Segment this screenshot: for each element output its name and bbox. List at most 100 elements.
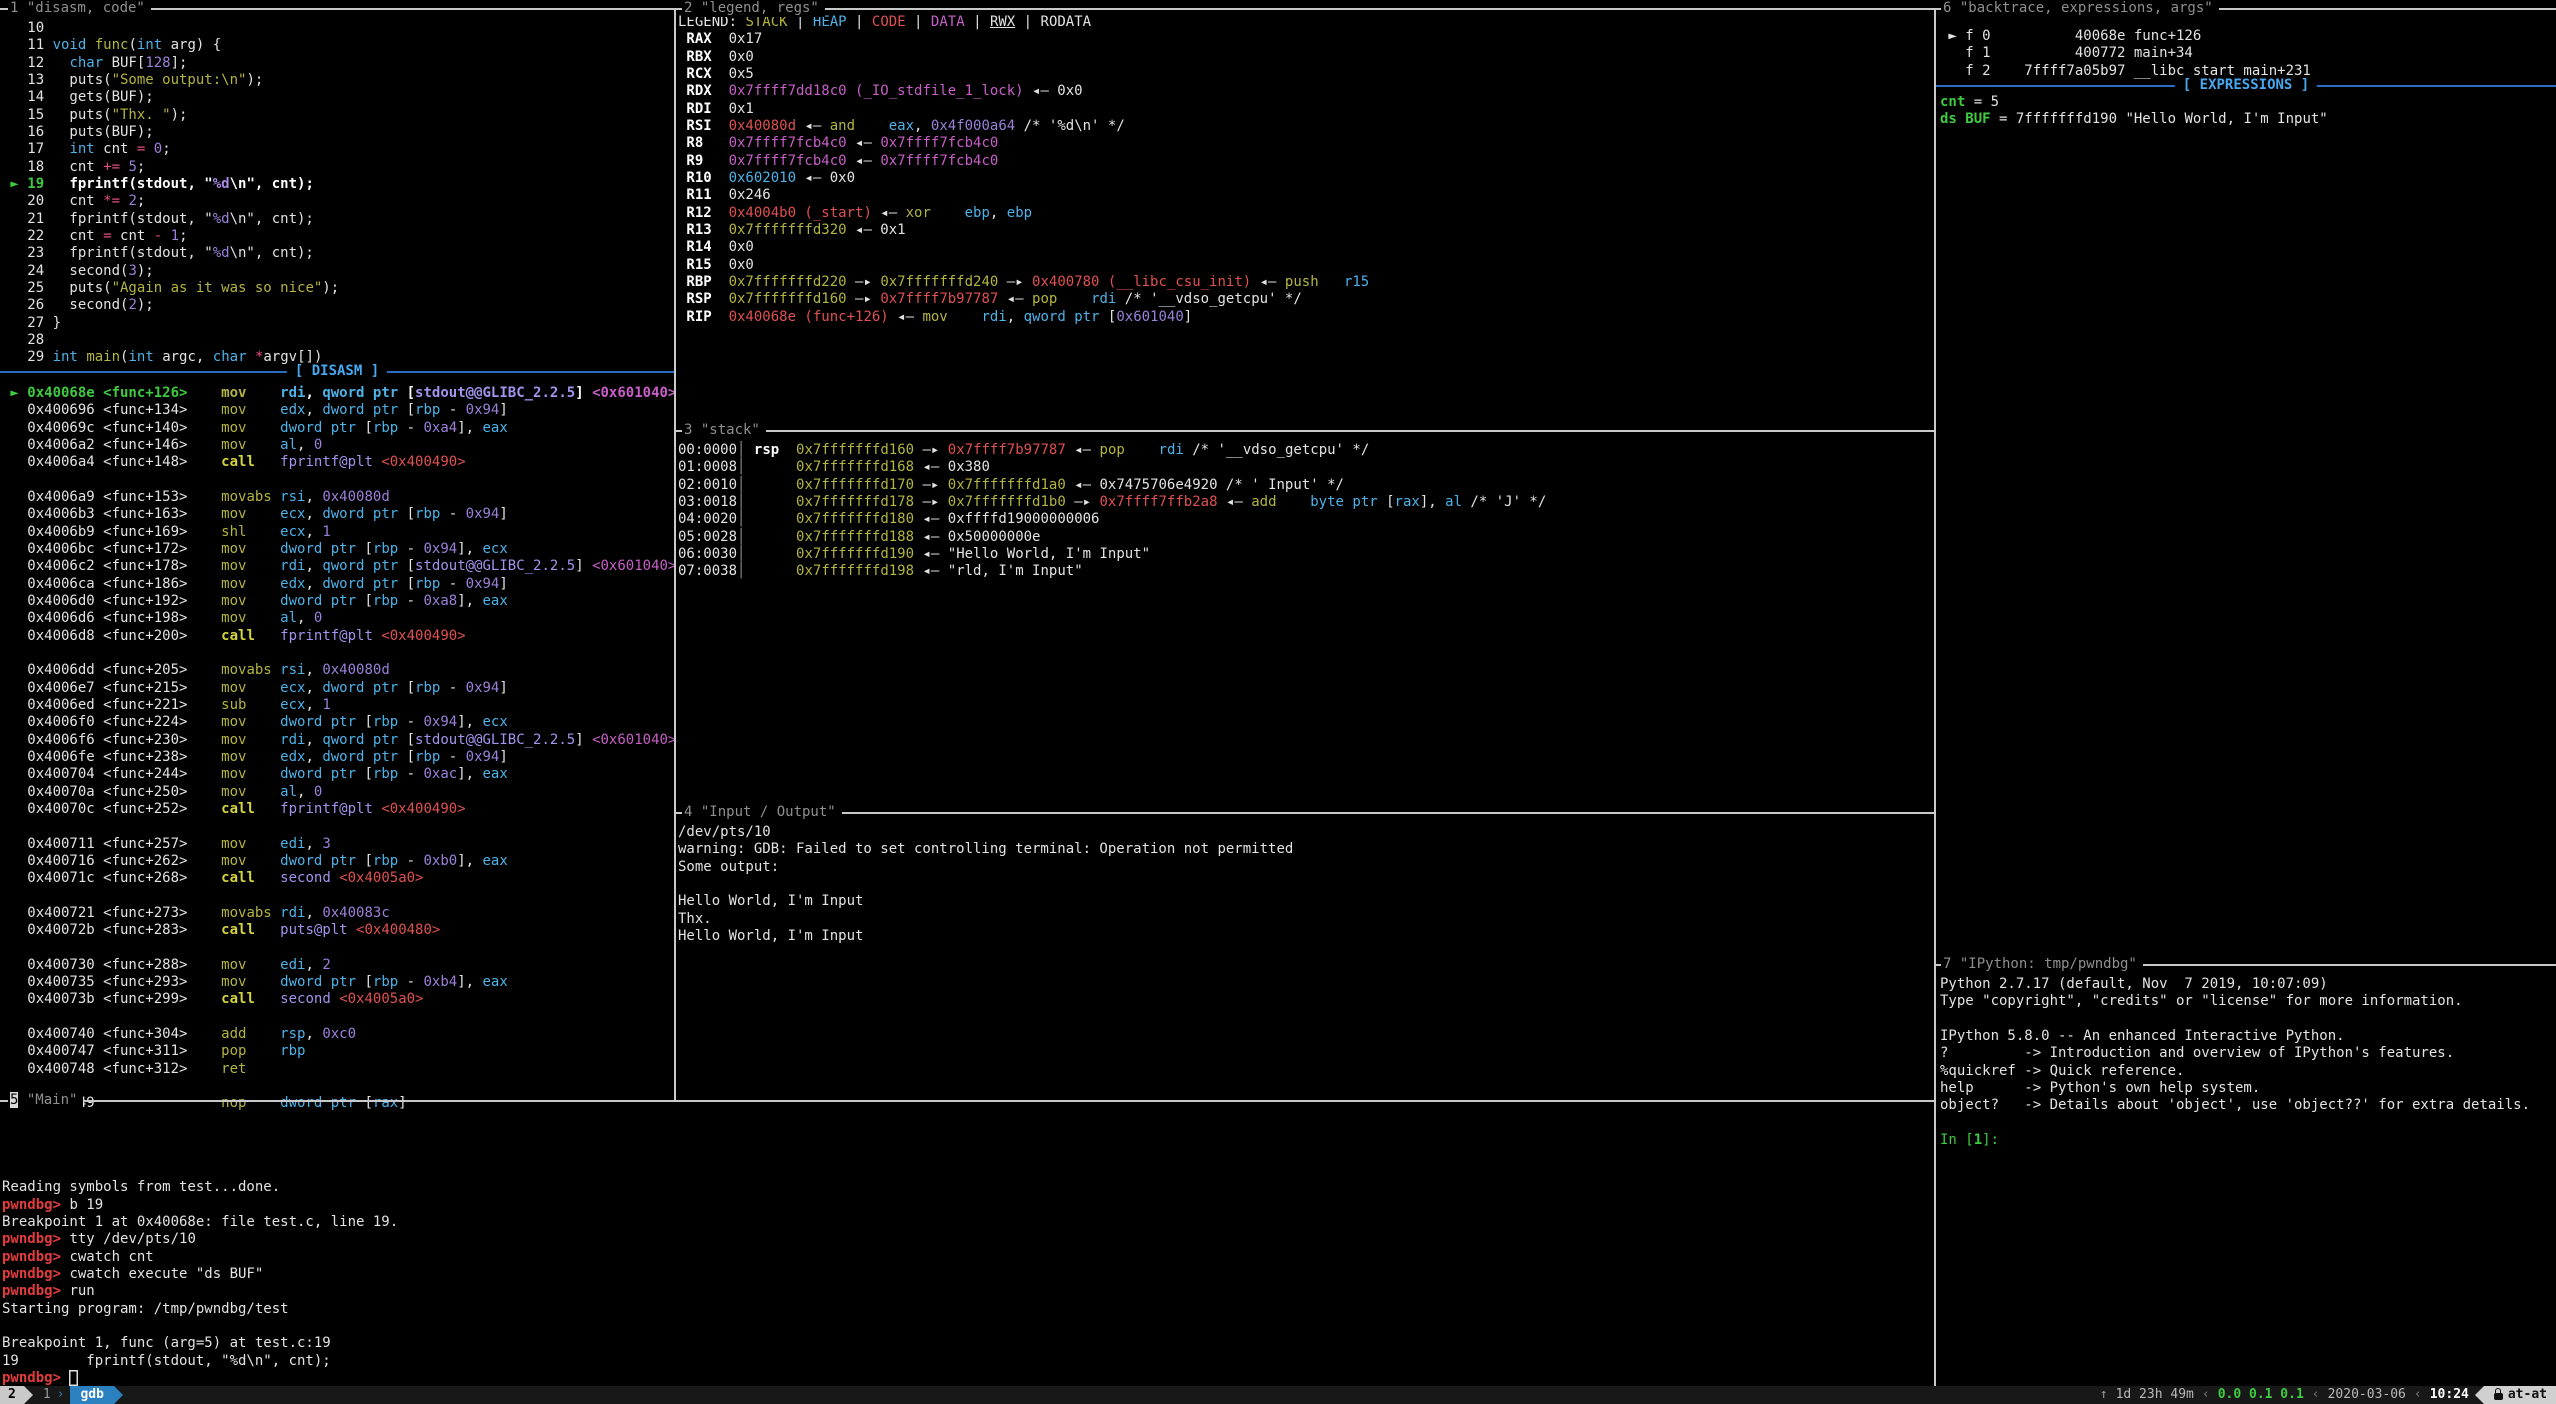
- text-segment: ]: [575, 732, 592, 748]
- text-segment: [246, 437, 280, 453]
- text-segment: 0x4006ca <func+186>: [2, 576, 221, 592]
- text-segment: eax: [483, 593, 508, 609]
- text-segment: pwndbg>: [2, 1283, 69, 1299]
- text-segment: [255, 628, 280, 644]
- text-segment: ◂—: [847, 135, 881, 151]
- terminal-line: 0x400730 <func+288> mov edi, 2: [2, 957, 676, 974]
- terminal-line: RSP 0x7fffffffd160 —▸ 0x7ffff7b97787 ◂— …: [678, 291, 1369, 308]
- text-segment: [1940, 1115, 1948, 1131]
- text-segment: void: [53, 37, 87, 53]
- pane-ipython[interactable]: 7 "IPython: tmp/pwndbg" Python 2.7.17 (d…: [1936, 964, 2556, 1386]
- terminal-line: [2, 1078, 676, 1095]
- text-segment: char: [213, 349, 247, 365]
- text-segment: Hello World, I'm Input: [678, 928, 863, 944]
- text-segment: argc,: [154, 349, 213, 365]
- text-segment: 15 puts(: [2, 107, 112, 123]
- text-segment: 0x0: [729, 49, 754, 65]
- terminal-line: 0x4006f6 <func+230> mov rdi, qword ptr […: [2, 732, 676, 749]
- text-segment: 128: [145, 55, 170, 71]
- text-segment: [246, 766, 280, 782]
- text-segment: Starting program: /tmp/pwndbg/test: [2, 1301, 289, 1317]
- text-segment: push: [1285, 274, 1319, 290]
- pane-legend-regs[interactable]: 2 "legend, regs" LEGEND: STACK | HEAP | …: [676, 0, 1934, 430]
- text-segment: [246, 784, 280, 800]
- text-segment: 0x4006b3 <func+163>: [2, 506, 221, 522]
- text-segment: rbp: [373, 541, 398, 557]
- terminal-line: 0x4006f0 <func+224> mov dword ptr [rbp -…: [2, 714, 676, 731]
- text-segment: 21 fprintf(stdout, ": [2, 211, 213, 227]
- text-segment: 0x7ffff7fcb4c0: [880, 135, 998, 151]
- text-segment: xor: [906, 205, 931, 221]
- chevron-right-icon: ›: [57, 1386, 65, 1403]
- text-segment: 3 "stack": [684, 422, 760, 438]
- chevron-left-icon: ‹: [2312, 1386, 2320, 1403]
- session-badge[interactable]: 2: [0, 1386, 24, 1404]
- text-segment: ,: [297, 437, 314, 453]
- text-segment: ,: [305, 506, 322, 522]
- text-segment: -: [440, 506, 465, 522]
- terminal-line: 0x400735 <func+293> mov dword ptr [rbp -…: [2, 974, 676, 991]
- text-segment: 0xa8: [423, 593, 457, 609]
- terminal-line: 10: [2, 20, 339, 37]
- terminal-line: %quickref -> Quick reference.: [1940, 1063, 2530, 1080]
- text-segment: func: [95, 37, 129, 53]
- text-segment: int: [53, 349, 78, 365]
- pane-main-console[interactable]: 5 "Main" Reading symbols from test...don…: [0, 1100, 1934, 1386]
- terminal-line: Reading symbols from test...done.: [2, 1179, 398, 1196]
- pane-title-main: 5 "Main": [8, 1092, 83, 1109]
- window-tab-gdb[interactable]: gdb: [70, 1386, 113, 1404]
- pane-stack[interactable]: 3 "stack" 00:0000│ rsp 0x7fffffffd160 —▸…: [676, 430, 1934, 812]
- text-segment: [246, 1043, 280, 1059]
- terminal-line: 00:0000│ rsp 0x7fffffffd160 —▸ 0x7ffff7b…: [678, 442, 1546, 459]
- terminal-line: Some output:: [678, 859, 1293, 876]
- pane-backtrace-expressions[interactable]: 6 "backtrace, expressions, args" ► f 0 4…: [1936, 0, 2556, 964]
- text-segment: 0x94: [466, 576, 500, 592]
- text-segment: —▸: [914, 477, 948, 493]
- text-segment: ;: [137, 193, 145, 209]
- window-index[interactable]: 1: [43, 1386, 51, 1403]
- terminal-line: Hello World, I'm Input: [678, 893, 1293, 910]
- text-segment: [1057, 291, 1091, 307]
- text-segment: [: [1099, 309, 1116, 325]
- text-segment: [2, 1318, 10, 1334]
- text-segment: ,: [305, 732, 322, 748]
- text-segment: byte ptr: [1310, 494, 1377, 510]
- text-segment: ]: [499, 576, 507, 592]
- terminal-line: 0x400747 <func+311> pop rbp: [2, 1043, 676, 1060]
- text-segment: ,: [305, 576, 322, 592]
- text-segment: = 5: [1965, 94, 1999, 110]
- text-segment: ]: [575, 558, 592, 574]
- terminal-line: RIP 0x40068e (func+126) ◂— mov rdi, qwor…: [678, 309, 1369, 326]
- text-segment: [1277, 494, 1311, 510]
- text-segment: %d: [213, 245, 230, 261]
- text-segment: ◂— 0x0: [1024, 83, 1083, 99]
- text-segment: 0x7ffff7ffb2a8: [1100, 494, 1218, 510]
- text-segment: 0x94: [423, 541, 457, 557]
- text-segment: 06:0030: [678, 546, 737, 562]
- text-segment: ],: [457, 420, 482, 436]
- terminal-line: 0x400696 <func+134> mov edx, dword ptr […: [2, 402, 676, 419]
- text-segment: 0: [314, 437, 322, 453]
- text-segment: 0x94: [466, 749, 500, 765]
- text-segment: 17: [2, 141, 69, 157]
- text-segment: 0x7fffffffd1b0: [948, 494, 1066, 510]
- text-segment: [246, 680, 280, 696]
- text-segment: 0x7fffffffd180: [796, 511, 914, 527]
- text-segment: Breakpoint 1 at 0x40068e: file test.c, l…: [2, 1214, 398, 1230]
- pane-io[interactable]: 4 "Input / Output" /dev/pts/10warning: G…: [676, 812, 1934, 1100]
- text-segment: ;: [162, 141, 170, 157]
- text-segment: cnt: [112, 228, 154, 244]
- text-segment: ◂—: [872, 205, 906, 221]
- terminal-line: 0x400716 <func+262> mov dword ptr [rbp -…: [2, 853, 676, 870]
- text-segment: [745, 442, 753, 458]
- text-segment: ]: [499, 749, 507, 765]
- text-segment: Breakpoint 1, func (arg=5) at test.c:19: [2, 1335, 331, 1351]
- text-segment: mov: [221, 593, 246, 609]
- text-segment: 0x400748 <func+312>: [2, 1061, 221, 1077]
- text-segment: RBX: [678, 49, 729, 65]
- text-segment: ],: [457, 714, 482, 730]
- text-segment: 0x40070c <func+252>: [2, 801, 221, 817]
- pane-disasm-code[interactable]: 1 "disasm, code" 10 11 void func(int arg…: [0, 0, 674, 1100]
- text-segment: pwndbg>: [2, 1249, 69, 1265]
- text-segment: [2, 472, 10, 488]
